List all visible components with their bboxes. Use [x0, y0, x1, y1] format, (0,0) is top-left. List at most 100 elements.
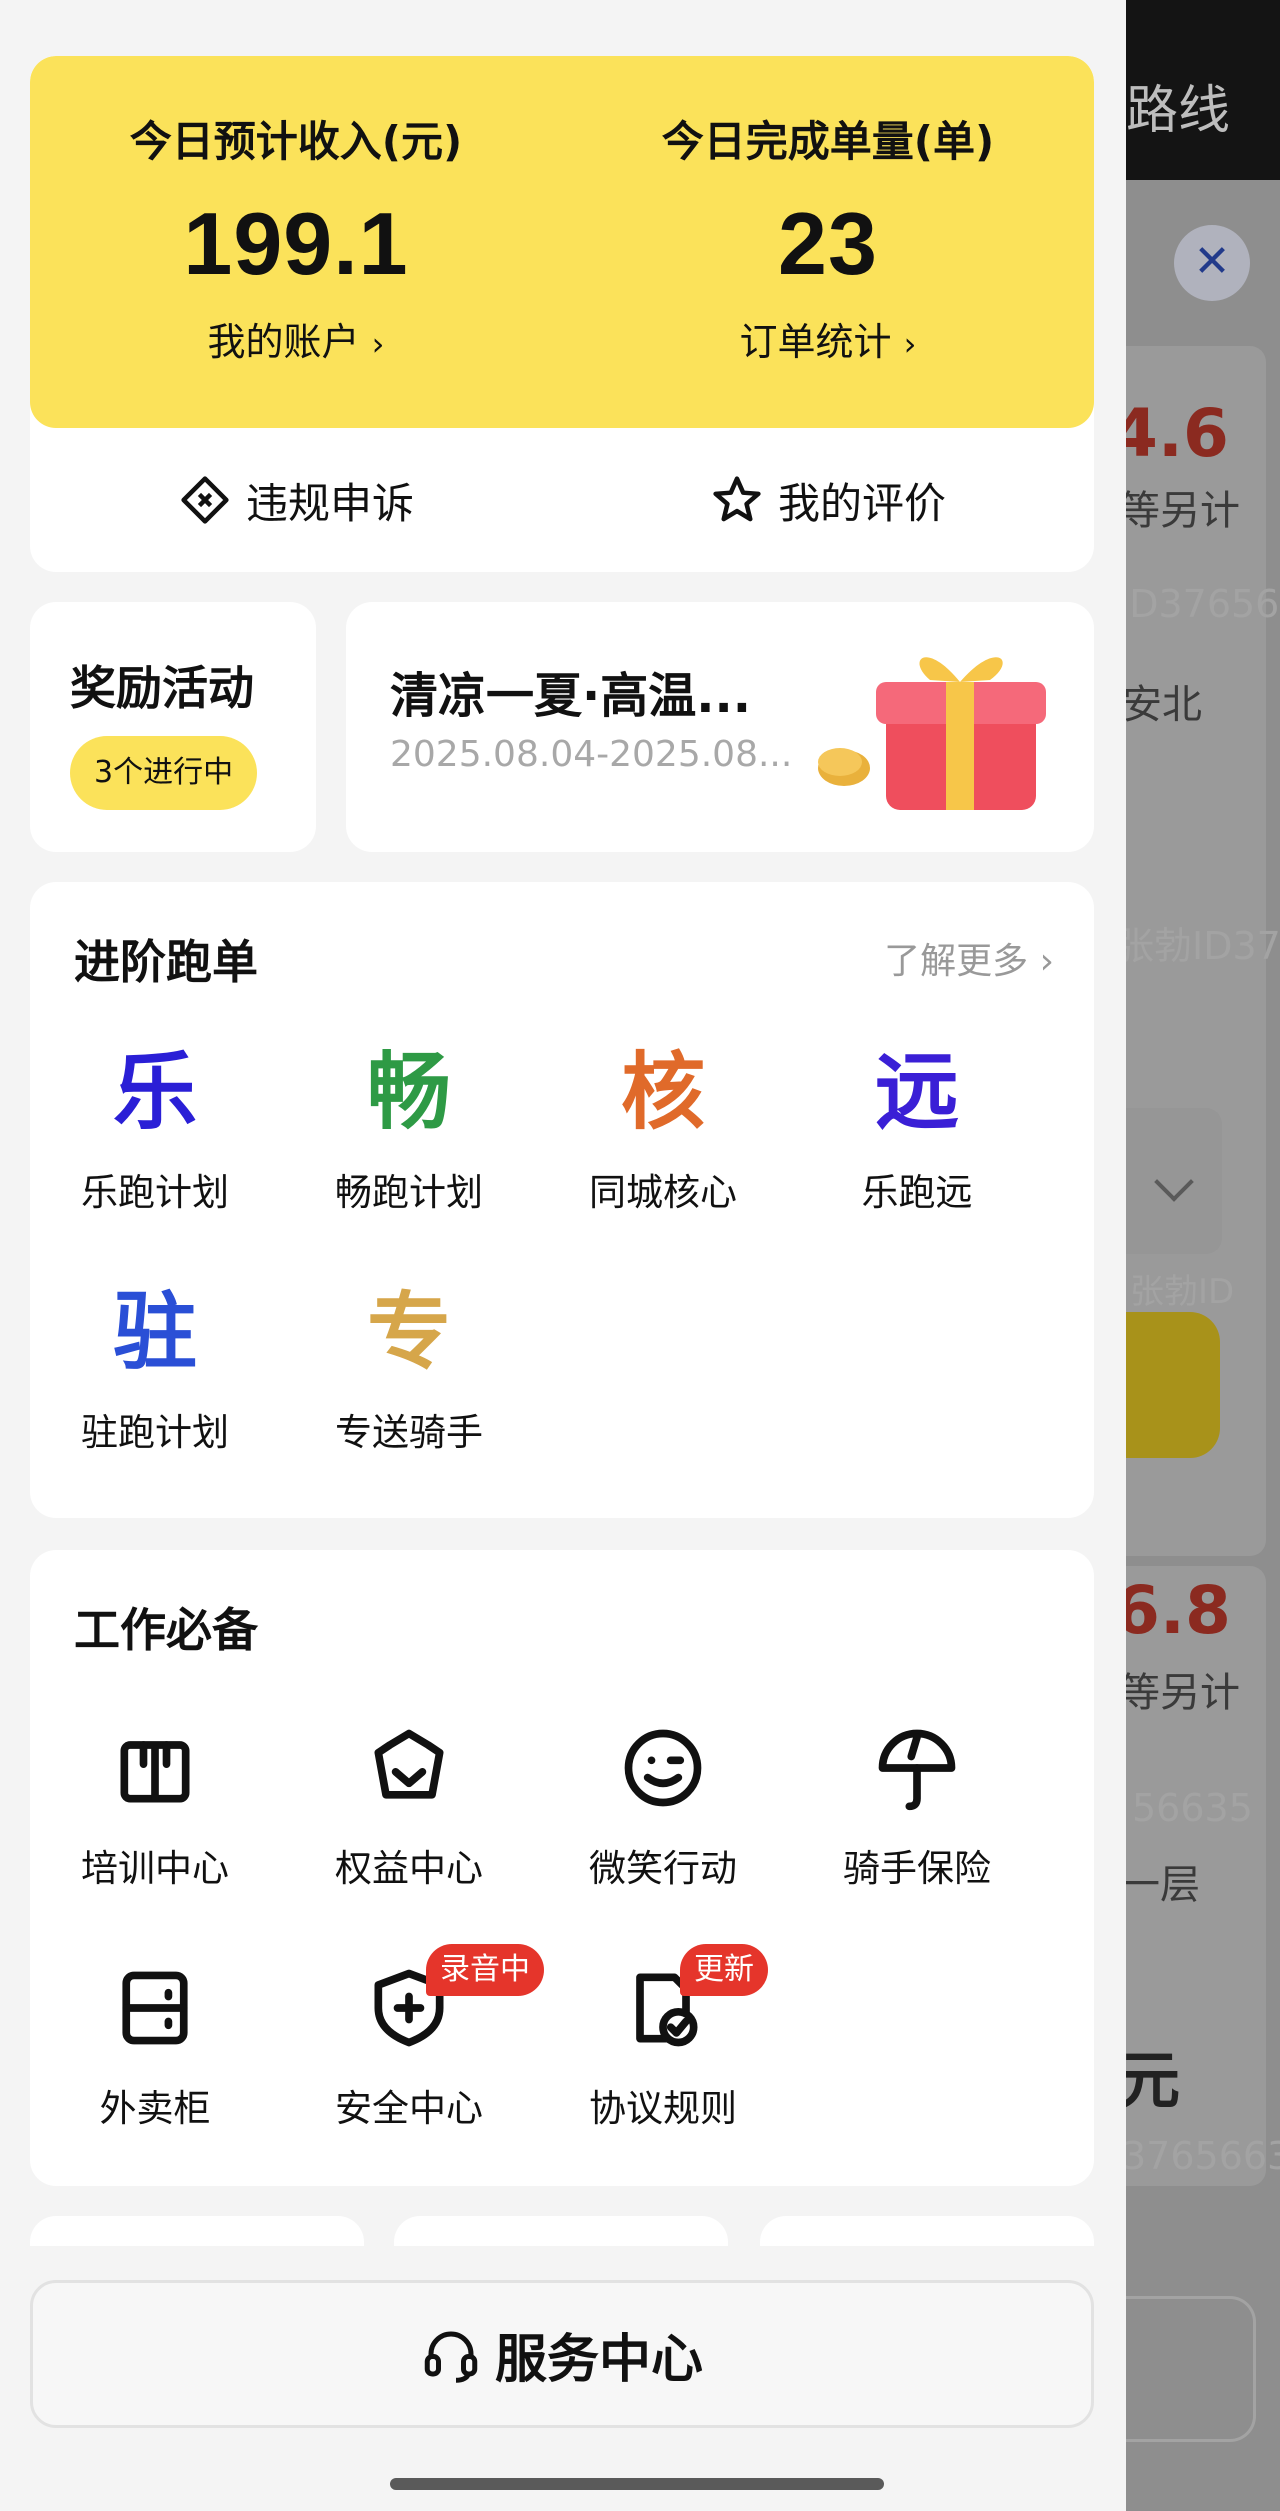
advanced-item-glyph: 远 [874, 1043, 959, 1141]
essential-item[interactable]: 骑手保险 [792, 1718, 1042, 1892]
background-faint-name: 张勃ID376 [1126, 924, 1280, 968]
advanced-item[interactable]: 驻驻跑计划 [30, 1282, 280, 1456]
work-essentials-title: 工作必备 [74, 1603, 258, 1657]
appeal-icon [181, 476, 229, 524]
advanced-orders-title: 进阶跑单 [74, 935, 258, 989]
orders-stat: 今日完成单量(单) 23 订单统计 › [562, 108, 1094, 366]
advanced-item[interactable]: 畅畅跑计划 [284, 1042, 534, 1216]
smile-icon [624, 1729, 702, 1807]
essential-item-icon-wrap [30, 1958, 280, 2058]
locker-icon [122, 1971, 188, 2045]
essential-item[interactable]: 培训中心 [30, 1718, 280, 1892]
advanced-item-glyph: 驻 [112, 1283, 197, 1381]
chevron-right-icon: › [903, 325, 917, 363]
my-account-link[interactable]: 我的账户 › [30, 311, 562, 366]
promo-date: 2025.08.04-2025.08... [390, 734, 793, 775]
advanced-item-label: 乐跑远 [861, 1171, 973, 1214]
background-address: 安北 [1126, 682, 1202, 728]
my-account-label: 我的账户 [207, 320, 360, 364]
background-faint-id-3: 37656635 [1126, 2134, 1280, 2178]
crown-icon [374, 1729, 444, 1799]
gift-icon [818, 657, 1046, 810]
chevron-right-icon: › [371, 325, 385, 363]
reward-activity-card[interactable]: 奖励活动 3个进行中 [30, 602, 316, 852]
headset-icon [424, 2331, 478, 2383]
essential-item[interactable]: 录音中安全中心 [284, 1944, 544, 2132]
order-stats-link[interactable]: 订单统计 › [562, 311, 1094, 366]
promo-title: 清凉一夏·高温... [390, 668, 751, 724]
essential-item-label: 外卖柜 [99, 2087, 211, 2130]
advanced-item-glyph: 专 [366, 1283, 451, 1381]
essential-item-label: 权益中心 [335, 1847, 483, 1890]
background-currency: 元 [1126, 2044, 1181, 2117]
advanced-item[interactable]: 专专送骑手 [284, 1282, 534, 1456]
side-drawer: 今日预计收入(元) 199.1 我的账户 › 今日完成单量(单) 23 订单统计… [0, 0, 1126, 2460]
advanced-orders-panel: 进阶跑单 了解更多 › 乐乐跑计划畅畅跑计划核同城核心远乐跑远驻驻跑计划专专送骑… [30, 882, 1094, 1518]
advanced-item-label: 驻跑计划 [81, 1411, 229, 1454]
advanced-item-label: 专送骑手 [335, 1411, 483, 1454]
service-center-button[interactable]: 服务中心 [30, 2280, 1094, 2428]
essential-item-icon-wrap [284, 1718, 534, 1818]
background-floor: 一层 [1126, 1862, 1200, 1908]
umbrella-icon [878, 1729, 956, 1811]
essential-item-icon-wrap [538, 1718, 788, 1818]
essential-item-label: 微笑行动 [589, 1847, 737, 1890]
orders-label: 今日完成单量(单) [661, 117, 995, 166]
advanced-item-glyph: 乐 [112, 1043, 197, 1141]
essential-item[interactable]: 微笑行动 [538, 1718, 788, 1892]
advanced-item[interactable]: 远乐跑远 [792, 1042, 1042, 1216]
advanced-item-label: 畅跑计划 [335, 1171, 483, 1214]
earnings-card: 今日预计收入(元) 199.1 我的账户 › 今日完成单量(单) 23 订单统计… [30, 56, 1094, 572]
background-faint-name-2: 张勃ID [1130, 1272, 1235, 1312]
my-rating-button[interactable]: 我的评价 [562, 428, 1094, 572]
advanced-item-label: 同城核心 [589, 1171, 737, 1214]
income-stat: 今日预计收入(元) 199.1 我的账户 › [30, 108, 562, 366]
background-amount-2: 6.8 [1126, 1572, 1231, 1649]
background-header: 路线 [1126, 0, 1280, 180]
advanced-item-glyph: 核 [620, 1043, 705, 1141]
essential-item-label: 骑手保险 [843, 1847, 991, 1890]
background-page: 路线 ✕ 4.6 等另计 ID37656 安北 张勃ID376 张勃ID 6.8… [1126, 0, 1280, 2511]
essential-item[interactable]: 外卖柜 [30, 1958, 280, 2132]
learn-more-link[interactable]: 了解更多 › [884, 932, 1054, 984]
background-header-text: 路线 [1126, 81, 1231, 141]
learn-more-label: 了解更多 [884, 941, 1029, 982]
background-note: 等另计 [1126, 488, 1240, 534]
advanced-item[interactable]: 核同城核心 [538, 1042, 788, 1216]
reward-activity-title: 奖励活动 [70, 661, 254, 715]
essential-item-icon-wrap: 录音中 [284, 1944, 544, 2058]
my-rating-label: 我的评价 [777, 478, 946, 528]
essential-item-label: 协议规则 [589, 2087, 737, 2130]
work-essentials-panel: 工作必备 培训中心 权益中心 微笑行动 骑手保险 外卖柜 录音中 安全中心 更新 协议规则 [30, 1550, 1094, 2186]
chevron-right-icon: › [1039, 941, 1054, 982]
advanced-item-label: 乐跑计划 [81, 1171, 229, 1214]
star-icon [713, 476, 761, 522]
service-center-label: 服务中心 [494, 2329, 703, 2390]
summer-promo-card[interactable]: 清凉一夏·高温... 2025.08.04-2025.08... [346, 602, 1094, 852]
background-action-button [1126, 1312, 1220, 1458]
background-faint-id: ID37656 [1126, 582, 1280, 626]
advanced-item[interactable]: 乐乐跑计划 [30, 1042, 280, 1216]
essential-item-label: 培训中心 [81, 1847, 229, 1890]
violation-appeal-label: 违规申诉 [245, 478, 414, 528]
income-value: 199.1 [183, 194, 409, 293]
essential-item-icon-wrap [792, 1718, 1042, 1818]
advanced-item-glyph: 畅 [366, 1043, 451, 1141]
home-indicator [390, 2478, 884, 2490]
violation-appeal-button[interactable]: 违规申诉 [30, 428, 562, 572]
order-stats-label: 订单统计 [739, 320, 892, 364]
essential-item[interactable]: 更新协议规则 [538, 1944, 788, 2132]
status-badge: 录音中 [426, 1944, 544, 1996]
earnings-summary: 今日预计收入(元) 199.1 我的账户 › 今日完成单量(单) 23 订单统计… [30, 56, 1094, 428]
essential-item-label: 安全中心 [335, 2087, 483, 2130]
background-faint-id-2: 56635 [1132, 1786, 1253, 1830]
essential-item[interactable]: 权益中心 [284, 1718, 534, 1892]
essential-item-icon-wrap [30, 1718, 280, 1818]
status-badge: 更新 [680, 1944, 768, 1996]
essential-item-icon-wrap: 更新 [538, 1944, 788, 2058]
reward-activity-badge: 3个进行中 [70, 736, 258, 810]
book-icon [120, 1741, 190, 1803]
orders-value: 23 [778, 194, 878, 293]
background-note-2: 等另计 [1126, 1670, 1240, 1716]
close-icon[interactable]: ✕ [1174, 225, 1250, 301]
